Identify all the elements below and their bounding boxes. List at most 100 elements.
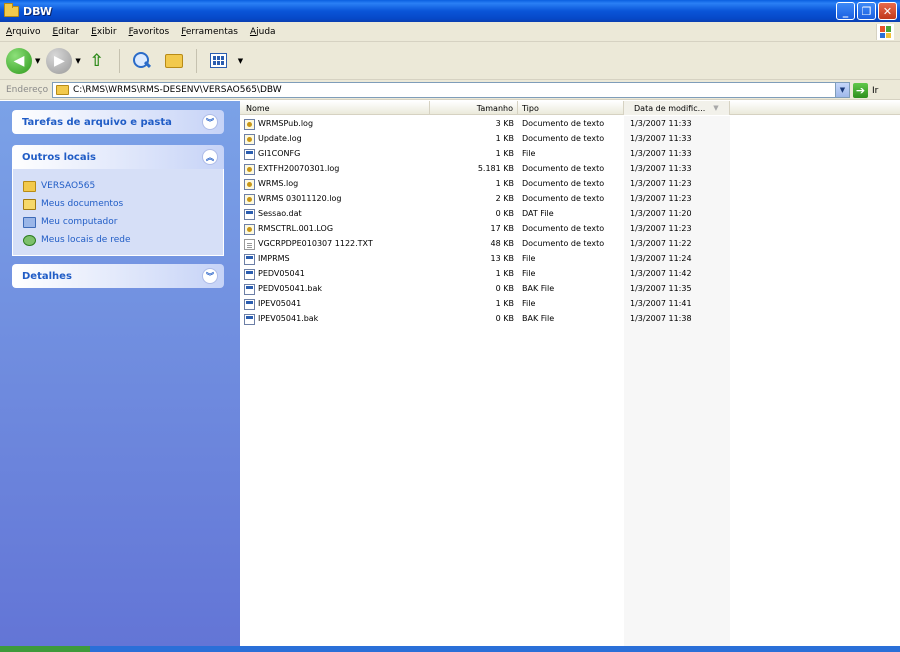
forward-dropdown-icon[interactable]: ▼: [75, 57, 80, 65]
file-date: 1/3/2007 11:38: [630, 314, 692, 323]
column-header-date[interactable]: Data de modific... ▼: [624, 101, 730, 115]
file-date: 1/3/2007 11:20: [630, 209, 692, 218]
folder-icon: [23, 180, 36, 192]
file-row[interactable]: WRMS 03011120.log 2 KB Documento de texto 1…: [240, 192, 900, 207]
column-header-type[interactable]: Tipo: [518, 101, 624, 115]
chevron-down-icon[interactable]: ︾: [202, 268, 218, 284]
file-size: 0 KB: [495, 209, 514, 218]
file-type: Documento de texto: [522, 164, 605, 173]
generic-file-icon: [244, 269, 255, 280]
details-panel-header[interactable]: Detalhes ︾: [12, 264, 224, 288]
text-file-icon: [244, 239, 255, 250]
file-date: 1/3/2007 11:24: [630, 254, 692, 263]
file-size: 5.181 KB: [477, 164, 514, 173]
file-size: 1 KB: [495, 179, 514, 188]
menu-exibir[interactable]: Exibir: [85, 27, 122, 37]
menu-ferramentas[interactable]: Ferramentas: [175, 27, 244, 37]
file-row[interactable]: WRMS.log 1 KB Documento de texto 1/3/2007 1…: [240, 177, 900, 192]
file-type: Documento de texto: [522, 224, 605, 233]
menu-arquivo[interactable]: Arquivo: [0, 27, 46, 37]
file-row[interactable]: Update.log 1 KB Documento de texto 1/3/2007…: [240, 132, 900, 147]
places-panel-body: VERSAO565 Meus documentos Meu computador…: [12, 169, 224, 256]
file-size: 0 KB: [495, 314, 514, 323]
chevron-down-icon[interactable]: ︾: [202, 114, 218, 130]
places-panel-header[interactable]: Outros locais ︽: [12, 145, 224, 169]
file-date: 1/3/2007 11:23: [630, 179, 692, 188]
forward-button[interactable]: ▶: [46, 47, 73, 74]
file-list: Nome Tamanho Tipo Data de modific... ▼ W…: [240, 101, 900, 646]
go-button[interactable]: ➔ Ir: [853, 83, 878, 98]
file-date: 1/3/2007 11:22: [630, 239, 692, 248]
generic-file-icon: [244, 284, 255, 295]
file-row[interactable]: PEDV05041.bak 0 KB BAK File 1/3/2007 11:35: [240, 282, 900, 297]
file-date: 1/3/2007 11:23: [630, 194, 692, 203]
back-dropdown-icon[interactable]: ▼: [35, 57, 40, 65]
column-header-size[interactable]: Tamanho: [430, 101, 518, 115]
file-row[interactable]: PEDV05041 1 KB File 1/3/2007 11:42: [240, 267, 900, 282]
file-row[interactable]: EXTFH20070301.log 5.181 KB Documento de te…: [240, 162, 900, 177]
up-folder-button[interactable]: ⇧: [84, 48, 110, 74]
file-name: Sessao.dat: [258, 209, 302, 218]
log-file-icon: [244, 194, 255, 205]
file-size: 48 KB: [490, 239, 514, 248]
file-type: Documento de texto: [522, 134, 605, 143]
tasks-panel-header[interactable]: Tarefas de arquivo e pasta ︾: [12, 110, 224, 134]
place-versao565[interactable]: VERSAO565: [23, 177, 223, 195]
place-meus-documentos[interactable]: Meus documentos: [23, 195, 223, 213]
address-dropdown-icon[interactable]: ▼: [835, 83, 849, 97]
log-file-icon: [244, 164, 255, 175]
file-row[interactable]: RMSCTRL.001.LOG 17 KB Documento de texto 1/…: [240, 222, 900, 237]
file-row[interactable]: IPEV05041 1 KB File 1/3/2007 11:41: [240, 297, 900, 312]
file-row[interactable]: GI1CONFG 1 KB File 1/3/2007 11:33: [240, 147, 900, 162]
place-meus-locais-de-rede[interactable]: Meus locais de rede: [23, 231, 223, 249]
file-name: WRMS 03011120.log: [258, 194, 342, 203]
file-name: PEDV05041: [258, 269, 305, 278]
forward-arrow-icon: ▶: [54, 52, 65, 69]
my-documents-icon: [23, 198, 36, 210]
views-dropdown-icon[interactable]: ▼: [238, 57, 243, 65]
go-arrow-icon: ➔: [853, 83, 868, 98]
generic-file-icon: [244, 149, 255, 160]
network-icon: [23, 234, 36, 246]
file-name: GI1CONFG: [258, 149, 301, 158]
windows-logo-icon: [876, 24, 894, 40]
generic-file-icon: [244, 299, 255, 310]
sort-descending-icon: ▼: [713, 104, 719, 112]
file-row[interactable]: WRMSPub.log 3 KB Documento de texto 1/3/200…: [240, 117, 900, 132]
chevron-up-icon[interactable]: ︽: [202, 149, 218, 165]
file-size: 2 KB: [495, 194, 514, 203]
back-button[interactable]: ◀: [6, 47, 32, 74]
search-button[interactable]: [129, 48, 155, 74]
place-meu-computador[interactable]: Meu computador: [23, 213, 223, 231]
file-name: IPEV05041: [258, 299, 302, 308]
file-name: EXTFH20070301.log: [258, 164, 340, 173]
column-header: Nome Tamanho Tipo Data de modific... ▼: [240, 101, 900, 115]
address-input[interactable]: C:\RMS\WRMS\RMS-DESENV\VERSAO565\DBW ▼: [52, 82, 850, 98]
file-date: 1/3/2007 11:41: [630, 299, 692, 308]
places-panel-title: Outros locais: [22, 151, 96, 163]
place-label: Meu computador: [41, 217, 118, 227]
menu-editar[interactable]: Editar: [46, 27, 85, 37]
file-row[interactable]: IPEV05041.bak 0 KB BAK File 1/3/2007 11:38: [240, 312, 900, 327]
log-file-icon: [244, 179, 255, 190]
file-type: Documento de texto: [522, 194, 605, 203]
views-button[interactable]: [206, 48, 232, 74]
menu-favoritos[interactable]: Favoritos: [123, 27, 176, 37]
file-size: 17 KB: [490, 224, 514, 233]
maximize-button[interactable]: ❐: [857, 2, 876, 20]
file-row[interactable]: VGCRPDPE010307 1122.TXT 48 KB Documento de…: [240, 237, 900, 252]
menu-ajuda[interactable]: Ajuda: [244, 27, 282, 37]
file-size: 3 KB: [495, 119, 514, 128]
place-label: Meus locais de rede: [41, 235, 131, 245]
column-header-name[interactable]: Nome: [240, 101, 430, 115]
file-row[interactable]: IMPRMS 13 KB File 1/3/2007 11:24: [240, 252, 900, 267]
file-row[interactable]: Sessao.dat 0 KB DAT File 1/3/2007 11:20: [240, 207, 900, 222]
close-button[interactable]: ✕: [878, 2, 897, 20]
minimize-button[interactable]: _: [836, 2, 855, 20]
search-icon: [132, 51, 152, 71]
file-type: BAK File: [522, 284, 555, 293]
column-header-date-label: Data de modific...: [634, 103, 706, 113]
folders-button[interactable]: [161, 48, 187, 74]
title-bar[interactable]: DBW _ ❐ ✕: [0, 0, 900, 22]
file-date: 1/3/2007 11:33: [630, 134, 692, 143]
